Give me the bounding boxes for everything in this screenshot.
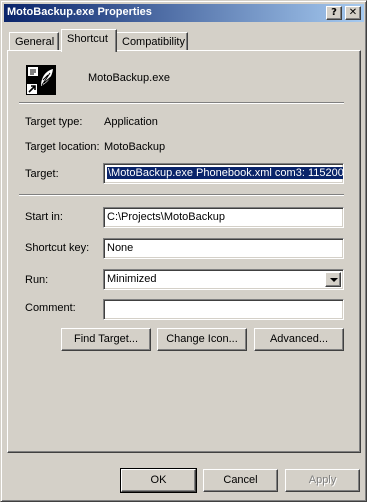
window-title: MotoBackup.exe Properties xyxy=(7,6,152,18)
comment-label: Comment: xyxy=(25,302,76,314)
close-button[interactable]: ✕ xyxy=(345,6,361,20)
separator xyxy=(19,102,344,104)
ok-button[interactable]: OK xyxy=(120,468,197,493)
separator xyxy=(19,194,344,196)
application-icon xyxy=(26,65,56,95)
title-bar[interactable]: MotoBackup.exe Properties ? ✕ xyxy=(4,4,364,22)
shortcut-name: MotoBackup.exe xyxy=(88,72,170,84)
advanced-button[interactable]: Advanced... xyxy=(254,328,344,351)
chevron-down-icon[interactable] xyxy=(325,272,341,287)
start-in-field[interactable]: C:\Projects\MotoBackup xyxy=(103,207,344,228)
run-value: Minimized xyxy=(107,273,157,285)
comment-field[interactable] xyxy=(103,299,344,320)
properties-dialog: MotoBackup.exe Properties ? ✕ General Sh… xyxy=(0,0,367,502)
shortcut-key-field[interactable]: None xyxy=(103,238,344,259)
cancel-button[interactable]: Cancel xyxy=(203,469,278,492)
run-label: Run: xyxy=(25,274,49,286)
target-location-label: Target location: xyxy=(25,141,100,153)
run-select[interactable]: Minimized xyxy=(103,269,344,290)
tab-strip: General Shortcut Compatibility xyxy=(7,29,361,52)
change-icon-button[interactable]: Change Icon... xyxy=(157,328,247,351)
target-value: \MotoBackup.exe Phonebook.xml com3: 1152… xyxy=(107,167,344,179)
shortcut-key-label: Shortcut key: xyxy=(25,242,90,254)
tab-general[interactable]: General xyxy=(9,32,59,51)
apply-button[interactable]: Apply xyxy=(285,469,360,492)
target-type-value: Application xyxy=(104,116,158,128)
tab-compatibility[interactable]: Compatibility xyxy=(116,32,188,51)
tab-shortcut[interactable]: Shortcut xyxy=(61,29,117,52)
target-label: Target: xyxy=(25,168,59,180)
target-field[interactable]: \MotoBackup.exe Phonebook.xml com3: 1152… xyxy=(103,163,344,184)
start-in-label: Start in: xyxy=(25,211,63,223)
target-location-value: MotoBackup xyxy=(104,141,166,153)
help-button[interactable]: ? xyxy=(326,6,342,20)
target-type-label: Target type: xyxy=(25,116,83,128)
find-target-button[interactable]: Find Target... xyxy=(61,328,151,351)
